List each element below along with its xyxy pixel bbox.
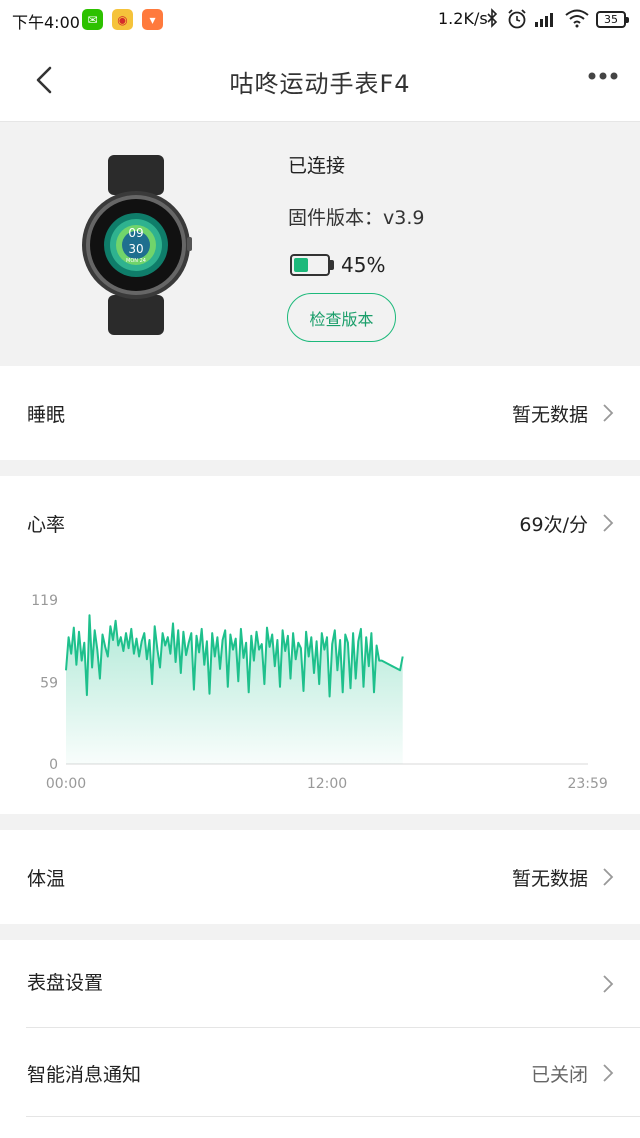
temperature-value: 暂无数据 — [511, 868, 588, 890]
sleep-value: 暂无数据 — [511, 404, 588, 426]
x-tick-label: 23:59 — [567, 776, 607, 792]
heart-rate-card[interactable]: 心率 69次/分 119 59 0 00:00 12:00 23:59 — [0, 476, 640, 814]
check-version-button[interactable]: 检查版本 — [287, 293, 396, 342]
wechat-icon: ✉ — [82, 9, 103, 30]
watch-hour: 09 — [128, 226, 143, 240]
notifications-label: 智能消息通知 — [27, 1064, 142, 1086]
chevron-right-icon — [603, 975, 614, 993]
mi-icon: ▾ — [142, 9, 163, 30]
status-battery: 35 — [596, 11, 629, 28]
signal-icon — [535, 13, 553, 27]
device-card: 09 30 MON 24 已连接 固件版本：v3.9 45% 检查版本 — [0, 123, 640, 366]
device-battery-icon — [290, 254, 330, 276]
watch-image: 09 30 MON 24 — [82, 155, 192, 335]
watch-face-settings-row[interactable]: 表盘设置 — [0, 940, 640, 1028]
chart-x-ticks: 00:00 12:00 23:59 — [46, 776, 608, 792]
y-tick-label: 119 — [31, 593, 58, 609]
alarm-icon — [508, 9, 526, 29]
row-divider — [26, 1116, 640, 1117]
settings-group: 表盘设置 智能消息通知 已关闭 — [0, 940, 640, 1138]
weibo-icon: ◉ — [112, 9, 133, 30]
chevron-right-icon — [603, 1064, 614, 1082]
sleep-row[interactable]: 睡眠 暂无数据 — [0, 366, 640, 460]
chevron-right-icon — [603, 868, 614, 886]
notifications-value: 已关闭 — [530, 1064, 588, 1086]
battery-tip — [330, 260, 334, 270]
connection-status: 已连接 — [288, 155, 346, 177]
more-dots-icon — [588, 72, 618, 80]
battery-percent: 45% — [341, 253, 386, 277]
chevron-right-icon — [603, 514, 614, 532]
watch-face-settings-label: 表盘设置 — [27, 972, 104, 994]
wifi-icon — [565, 9, 589, 28]
heart-rate-value: 69次/分 — [519, 514, 588, 536]
status-bar: 下午4:00 ✉ ◉ ▾ 1.2K/s 35 — [0, 0, 640, 40]
sleep-label: 睡眠 — [27, 404, 66, 426]
temperature-label: 体温 — [27, 868, 66, 890]
temperature-row[interactable]: 体温 暂无数据 — [0, 830, 640, 924]
chevron-right-icon — [603, 404, 614, 422]
more-button[interactable] — [585, 68, 625, 88]
heart-rate-label: 心率 — [27, 514, 66, 536]
app-header: 咕咚运动手表F4 — [0, 40, 640, 122]
y-tick-label: 59 — [40, 676, 58, 692]
bluetooth-icon — [487, 8, 498, 28]
heart-rate-chart: 119 59 0 00:00 12:00 23:59 — [31, 593, 608, 792]
watch-minute: 30 — [128, 242, 143, 256]
chart-y-ticks: 119 59 0 — [31, 593, 58, 773]
network-speed: 1.2K/s — [438, 9, 488, 28]
x-tick-label: 12:00 — [307, 776, 347, 792]
status-time: 下午4:00 — [12, 13, 80, 32]
y-tick-label: 0 — [49, 757, 58, 773]
battery-level-fill — [294, 258, 308, 272]
page-title: 咕咚运动手表F4 — [229, 70, 411, 98]
notifications-row[interactable]: 智能消息通知 已关闭 — [0, 1028, 640, 1116]
x-tick-label: 00:00 — [46, 776, 86, 792]
watch-date: MON 24 — [126, 258, 146, 264]
firmware-version: 固件版本：v3.9 — [288, 207, 425, 229]
